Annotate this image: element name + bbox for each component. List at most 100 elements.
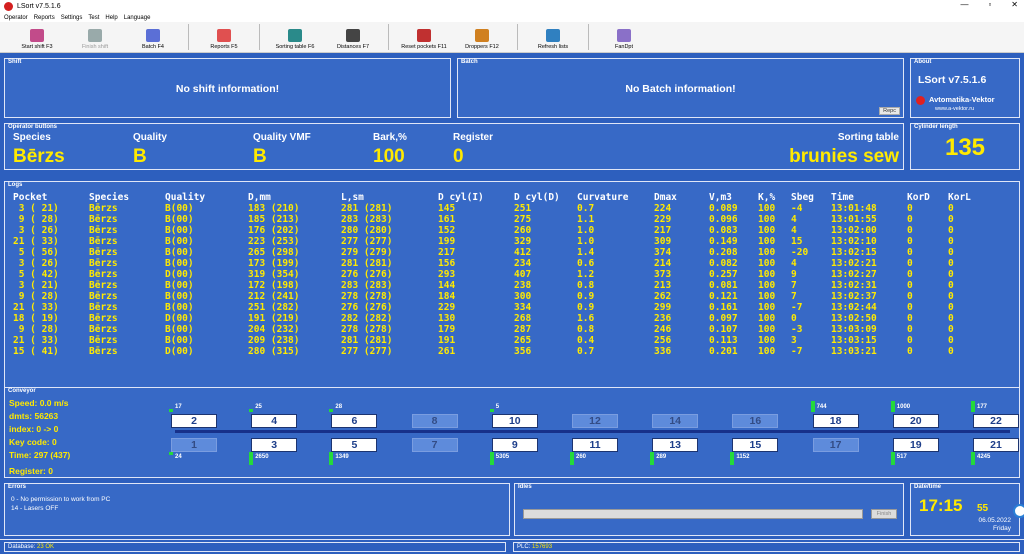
table-cell: 100 xyxy=(758,280,776,291)
pocket-7[interactable]: 7 xyxy=(411,438,458,452)
register-value[interactable]: 0 xyxy=(453,146,464,168)
pocket-2[interactable]: 2 xyxy=(171,414,217,428)
species-value[interactable]: Bērzs xyxy=(13,146,65,168)
menu-help[interactable]: Help xyxy=(105,15,117,21)
table-row[interactable]: 18 ( 19) Bērzs D(00) 191 (219) 282 (282) 130 2… xyxy=(13,313,993,324)
logs-column-header[interactable]: L,sm xyxy=(341,191,438,203)
report-button[interactable]: Reports F5 xyxy=(195,22,253,52)
menu-language[interactable]: Language xyxy=(124,15,151,21)
menu-reports[interactable]: Reports xyxy=(34,15,55,21)
table-row[interactable]: 3 ( 21) Bērzs B(00) 172 (198) 283 (283) 144 23… xyxy=(13,280,993,291)
logs-column-header[interactable]: KorD xyxy=(907,191,948,203)
logs-panel-title: Logs xyxy=(5,182,26,189)
logs-column-header[interactable]: Pocket xyxy=(13,191,89,203)
table-cell: 293 xyxy=(438,269,456,280)
pocket-5[interactable]: 5 xyxy=(331,438,378,452)
logs-column-header[interactable]: Dmax xyxy=(654,191,709,203)
table-row[interactable]: 3 ( 26) Bērzs B(00) 176 (202) 280 (280) 152 26… xyxy=(13,225,993,236)
pocket-fill-indicator xyxy=(730,452,735,465)
table-row[interactable]: 21 ( 33) Bērzs B(00) 209 (238) 281 (281) 191 2… xyxy=(13,335,993,346)
table-cell: 100 xyxy=(758,214,776,225)
table-cell: B(00) xyxy=(165,291,194,302)
pocket-count: 25 xyxy=(255,404,262,410)
table-row[interactable]: 3 ( 21) Bērzs B(00) 183 (210) 281 (281) 145 25… xyxy=(13,203,993,214)
pocket-13[interactable]: 13 xyxy=(652,438,699,452)
pocket-21[interactable]: 21 xyxy=(973,438,1019,452)
pocket-6[interactable]: 6 xyxy=(331,414,378,428)
pocket-fill-indicator xyxy=(329,409,334,412)
table-cell: Bērzs xyxy=(89,236,118,247)
sorting-table-value[interactable]: brunies sew xyxy=(789,146,899,168)
menu-test[interactable]: Test xyxy=(88,15,99,21)
report-button[interactable]: Repc xyxy=(879,107,900,115)
minimize-button[interactable]: — xyxy=(960,0,968,9)
logs-column-header[interactable]: Species xyxy=(89,191,165,203)
conveyor-speed: Speed: 0.0 m/s xyxy=(9,398,69,408)
table-cell: 1.1 xyxy=(577,214,595,225)
pocket-14[interactable]: 14 xyxy=(652,414,699,428)
table-cell: 0 xyxy=(907,258,913,269)
pocket-17[interactable]: 17 xyxy=(812,438,859,452)
operator-panel: Operator buttons Species Bērzs Quality B… xyxy=(4,123,904,170)
table-row[interactable]: 15 ( 41) Bērzs D(00) 280 (315) 277 (277) 261 3… xyxy=(13,346,993,357)
table-cell: 130 xyxy=(438,313,456,324)
menu-settings[interactable]: Settings xyxy=(61,15,83,21)
pocket-19[interactable]: 19 xyxy=(892,438,939,452)
pocket-8[interactable]: 8 xyxy=(411,414,458,428)
fan-icon xyxy=(617,29,631,42)
table-row[interactable]: 3 ( 26) Bērzs B(00) 173 (199) 281 (281) 156 23… xyxy=(13,258,993,269)
pocket-16[interactable]: 16 xyxy=(732,414,779,428)
table-row[interactable]: 9 ( 28) Bērzs B(00) 204 (232) 278 (278) 179 28… xyxy=(13,324,993,335)
maximize-button[interactable]: ▫ xyxy=(988,0,991,9)
droppers-button[interactable]: Droppers F12 xyxy=(453,22,511,52)
pocket-11[interactable]: 11 xyxy=(572,438,618,452)
pocket-12[interactable]: 12 xyxy=(572,414,618,428)
table-cell: 0 xyxy=(907,346,913,357)
pocket-3[interactable]: 3 xyxy=(251,438,298,452)
pocket-9[interactable]: 9 xyxy=(491,438,538,452)
table-row[interactable]: 9 ( 28) Bērzs B(00) 212 (241) 278 (278) 184 30… xyxy=(13,291,993,302)
logs-column-header[interactable]: D cyl(I) xyxy=(438,191,514,203)
logs-column-header[interactable]: D,mm xyxy=(248,191,341,203)
table-cell: B(00) xyxy=(165,247,194,258)
bark-value[interactable]: 100 xyxy=(373,146,405,168)
table-row[interactable]: 21 ( 33) Bērzs B(00) 223 (253) 277 (277) 199 3… xyxy=(13,236,993,247)
toolbar-button-label: FanDpt xyxy=(614,44,634,50)
close-button[interactable]: ✕ xyxy=(1011,0,1018,9)
reset-pockets-button[interactable]: Reset pockets F11 xyxy=(395,22,453,52)
logs-column-header[interactable]: Quality xyxy=(165,191,248,203)
cylinder-value: 135 xyxy=(944,134,986,161)
logs-column-header[interactable]: D cyl(D) xyxy=(514,191,577,203)
table-row[interactable]: 5 ( 42) Bērzs D(00) 319 (354) 276 (276) 293 40… xyxy=(13,269,993,280)
operators-button[interactable]: Start shift F3 xyxy=(8,22,66,52)
sorting-table-button[interactable]: Sorting table F6 xyxy=(266,22,324,52)
pocket-20[interactable]: 20 xyxy=(892,414,939,428)
plc-value: 157693 xyxy=(532,544,553,550)
table-row[interactable]: 9 ( 28) Bērzs B(00) 185 (213) 283 (283) 161 27… xyxy=(13,214,993,225)
logs-column-header[interactable]: Curvature xyxy=(577,191,654,203)
pocket-15[interactable]: 15 xyxy=(732,438,779,452)
table-cell: 412 xyxy=(514,247,532,258)
logs-column-header[interactable]: Sbeg xyxy=(791,191,831,203)
table-row[interactable]: 5 ( 56) Bērzs B(00) 265 (298) 279 (279) 217 41… xyxy=(13,247,993,258)
batch-button[interactable]: Batch F4 xyxy=(124,22,182,52)
quality-value[interactable]: B xyxy=(133,146,147,168)
remote-assist-icon[interactable] xyxy=(1013,504,1024,518)
logs-column-header[interactable]: Time xyxy=(831,191,907,203)
logs-column-header[interactable]: K,% xyxy=(758,191,791,203)
pocket-18[interactable]: 18 xyxy=(812,414,859,428)
logs-column-header[interactable]: V,m3 xyxy=(709,191,758,203)
fan-button[interactable]: FanDpt xyxy=(595,22,653,52)
menu-operator[interactable]: Operator xyxy=(4,15,28,21)
table-row[interactable]: 21 ( 33) Bērzs B(00) 251 (282) 276 (276) 229 3… xyxy=(13,302,993,313)
distances-button[interactable]: Distances F7 xyxy=(324,22,382,52)
table-cell: 100 xyxy=(758,269,776,280)
pocket-4[interactable]: 4 xyxy=(251,414,298,428)
pocket-22[interactable]: 22 xyxy=(973,414,1019,428)
finish-idle-button[interactable]: Finish xyxy=(871,509,897,519)
quality-vmf-value[interactable]: B xyxy=(253,146,267,168)
refresh-button[interactable]: Refresh lists xyxy=(524,22,582,52)
logs-column-header[interactable]: KorL xyxy=(948,191,993,203)
pocket-10[interactable]: 10 xyxy=(491,414,538,428)
pocket-1[interactable]: 1 xyxy=(171,438,217,452)
